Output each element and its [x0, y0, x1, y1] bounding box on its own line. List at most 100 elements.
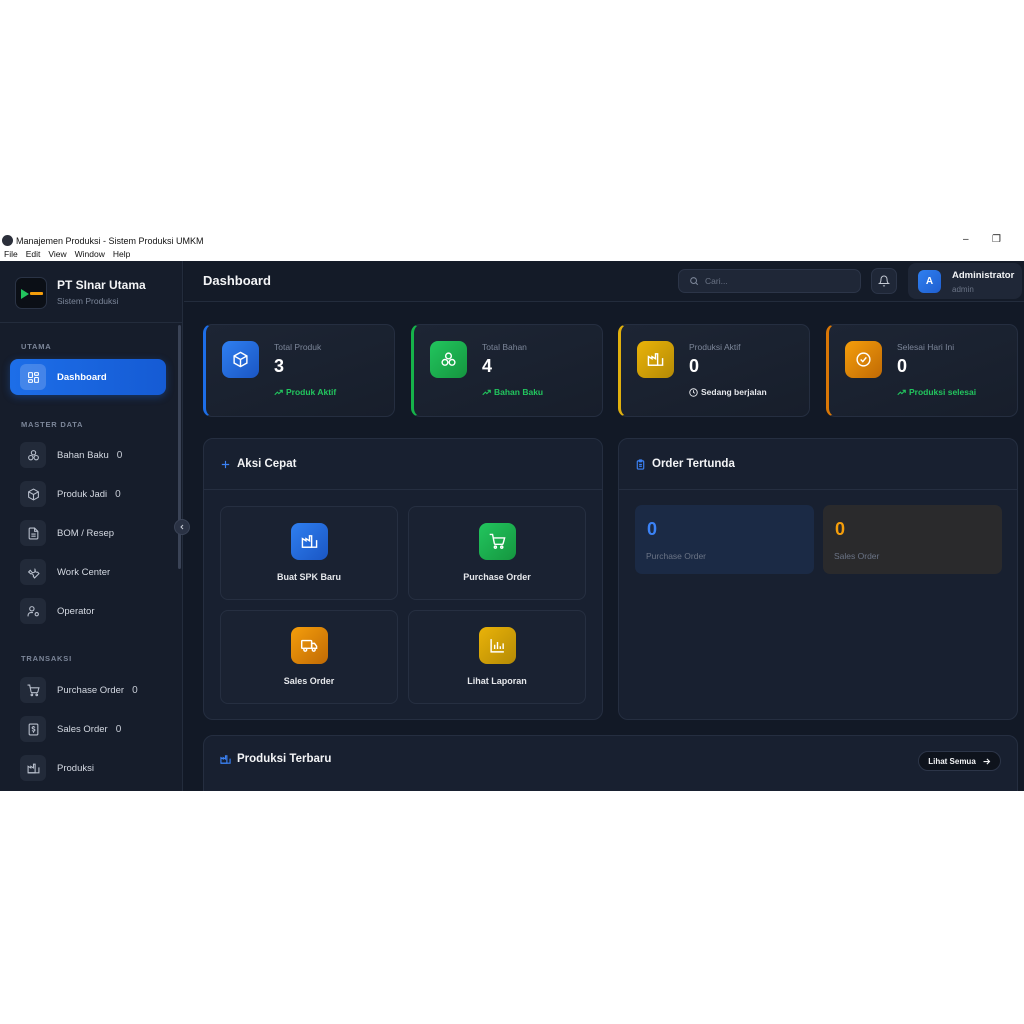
quick-action-label: Buat SPK Baru	[276, 572, 341, 582]
quick-action-sales-order[interactable]: Sales Order	[220, 610, 398, 704]
sidebar-item-work-center[interactable]: Work Center	[10, 554, 166, 590]
sidebar-item-bahan-baku[interactable]: Bahan Baku 0	[10, 437, 166, 473]
stat-card-total-bahan: Total Bahan 4 Bahan Baku	[411, 324, 603, 417]
minimize-button[interactable]: –	[963, 234, 969, 245]
brand: PT SInar Utama Sistem Produksi	[0, 261, 183, 323]
stat-value: 0	[897, 356, 908, 376]
sidebar-item-label: Sales Order	[57, 723, 108, 735]
sidebar-item-operator[interactable]: Operator	[10, 593, 166, 629]
quick-action-label: Sales Order	[283, 676, 335, 686]
cart-icon	[20, 677, 46, 703]
panel-header: Produksi Terbaru	[220, 753, 331, 765]
sidebar-item-label: Dashboard	[57, 371, 107, 383]
factory-icon	[291, 523, 328, 560]
bell-icon	[878, 275, 890, 287]
window-titlebar: Manajemen Produksi - Sistem Produksi UMK…	[0, 232, 1024, 249]
panel-title: Produksi Terbaru	[237, 753, 332, 765]
user-menu[interactable]: A Administrator admin	[908, 263, 1022, 299]
page-title: Dashboard	[203, 273, 271, 288]
sidebar-item-label: Bahan Baku	[57, 449, 109, 461]
section-utama: UTAMA	[21, 342, 52, 351]
sidebar-item-label: Operator	[57, 605, 95, 617]
stat-footer-text: Bahan Baku	[494, 387, 544, 397]
stat-label: Total Produk	[274, 342, 322, 352]
notifications-button[interactable]	[871, 268, 897, 294]
sidebar-item-produksi[interactable]: Produksi	[10, 750, 166, 786]
menu-file[interactable]: File	[4, 249, 18, 261]
pending-count: 0	[835, 519, 846, 539]
quick-action-buat-spk[interactable]: Buat SPK Baru	[220, 506, 398, 600]
sidebar-item-purchase-order[interactable]: Purchase Order 0	[10, 672, 166, 708]
stat-footer: Sedang berjalan	[689, 387, 767, 397]
clipboard-icon	[636, 458, 645, 470]
sidebar-item-label: Work Center	[57, 566, 111, 578]
quick-action-lihat-laporan[interactable]: Lihat Laporan	[408, 610, 586, 704]
sidebar-item-count: 0	[115, 488, 121, 500]
factory-icon	[637, 341, 674, 378]
app-content: PT SInar Utama Sistem Produksi UTAMA Das…	[0, 261, 1024, 791]
menu-edit[interactable]: Edit	[26, 249, 41, 261]
menu-help[interactable]: Help	[113, 249, 130, 261]
sidebar-item-label: Purchase Order	[57, 684, 125, 696]
stat-label: Produksi Aktif	[689, 342, 741, 352]
view-all-button[interactable]: Lihat Semua	[918, 751, 1001, 771]
quick-action-purchase-order[interactable]: Purchase Order	[408, 506, 586, 600]
panel-header: Aksi Cepat	[204, 439, 602, 490]
package-icon	[20, 481, 46, 507]
sidebar: PT SInar Utama Sistem Produksi UTAMA Das…	[0, 261, 183, 791]
company-logo	[15, 277, 47, 309]
sidebar-item-bom-resep[interactable]: BOM / Resep	[10, 515, 166, 551]
stat-footer: Produk Aktif	[274, 387, 336, 397]
pending-orders-panel: Order Tertunda 0 Purchase Order 0 Sales …	[618, 438, 1018, 720]
top-header: Dashboard A Administrator admin	[184, 261, 1024, 302]
menu-view[interactable]: View	[48, 249, 66, 261]
pending-sales-order[interactable]: 0 Sales Order	[823, 505, 1002, 574]
trend-up-icon	[482, 389, 491, 395]
trend-up-icon	[274, 389, 283, 395]
pending-label: Purchase Order	[646, 551, 706, 561]
avatar: A	[918, 270, 941, 293]
menu-bar: File Edit View Window Help	[0, 249, 130, 261]
factory-icon	[20, 755, 46, 781]
user-role: admin	[952, 285, 974, 294]
recent-production-panel: Produksi Terbaru Lihat Semua	[203, 735, 1018, 791]
app-icon	[2, 235, 13, 246]
pending-count: 0	[647, 519, 658, 539]
section-transaksi: TRANSAKSI	[21, 654, 72, 663]
truck-icon	[291, 627, 328, 664]
pending-purchase-order[interactable]: 0 Purchase Order	[635, 505, 814, 574]
search-input[interactable]	[705, 276, 855, 286]
stat-footer-text: Sedang berjalan	[701, 387, 767, 397]
clock-icon	[689, 387, 698, 397]
bar-chart-icon	[479, 627, 516, 664]
search-box	[678, 269, 861, 293]
sidebar-item-produk-jadi[interactable]: Produk Jadi 0	[10, 476, 166, 512]
restore-button[interactable]: ❐	[992, 234, 1001, 245]
company-name: PT SInar Utama	[57, 278, 146, 292]
stat-card-total-produk: Total Produk 3 Produk Aktif	[203, 324, 395, 417]
view-all-label: Lihat Semua	[928, 756, 976, 766]
panel-title: Aksi Cepat	[237, 458, 297, 470]
factory-icon	[220, 754, 231, 764]
stat-footer-text: Produksi selesai	[909, 387, 977, 397]
window-title: Manajemen Produksi - Sistem Produksi UMK…	[16, 235, 204, 246]
stat-card-selesai-hari-ini: Selesai Hari Ini 0 Produksi selesai	[826, 324, 1018, 417]
quick-action-label: Purchase Order	[463, 572, 531, 582]
pending-label: Sales Order	[834, 551, 880, 561]
menu-window[interactable]: Window	[75, 249, 105, 261]
sidebar-collapse-button[interactable]	[174, 519, 190, 535]
sidebar-item-sales-order[interactable]: Sales Order 0	[10, 711, 166, 747]
check-circle-icon	[845, 341, 882, 378]
company-subtitle: Sistem Produksi	[57, 296, 119, 306]
boxes-icon	[430, 341, 467, 378]
search-icon	[690, 277, 699, 286]
sidebar-item-dashboard[interactable]: Dashboard	[10, 359, 166, 395]
boxes-icon	[20, 442, 46, 468]
sidebar-item-count: 0	[132, 684, 138, 696]
user-gear-icon	[20, 598, 46, 624]
plus-icon	[221, 460, 230, 468]
arrow-right-icon	[983, 757, 991, 765]
app-window: Manajemen Produksi - Sistem Produksi UMK…	[0, 232, 1024, 791]
trend-up-icon	[897, 389, 906, 395]
wrench-icon	[20, 559, 46, 585]
